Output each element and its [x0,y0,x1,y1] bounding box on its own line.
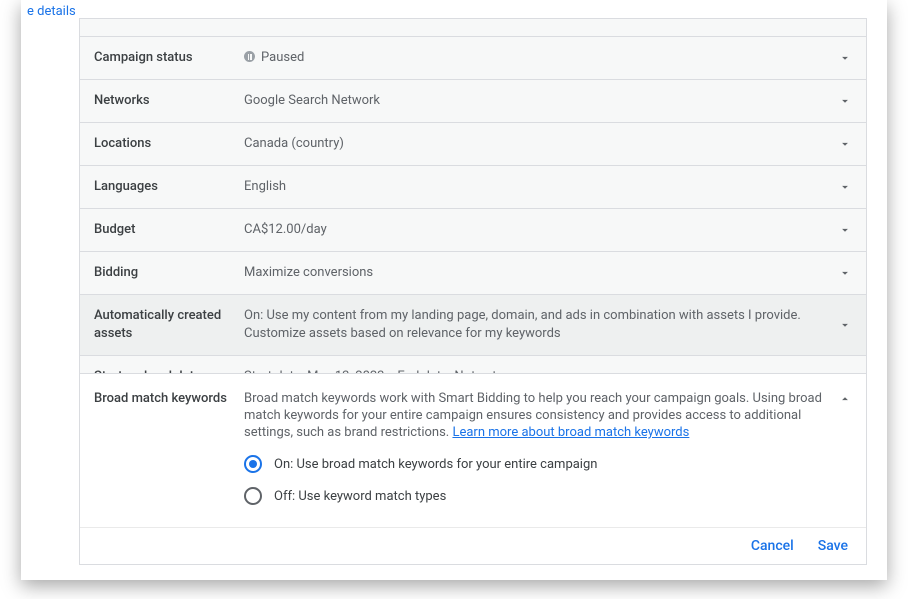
partial-row [79,18,867,36]
row-languages[interactable]: Languages English [80,166,866,209]
row-locations[interactable]: Locations Canada (country) [80,123,866,166]
chevron-down-icon [836,92,854,110]
card-footer: Cancel Save [80,527,866,564]
broad-option-on[interactable]: On: Use broad match keywords for your en… [244,455,822,473]
row-value: Maximize conversions [244,264,852,282]
row-networks[interactable]: Networks Google Search Network [80,80,866,123]
learn-more-link[interactable]: Learn more about broad match keywords [452,425,689,440]
row-campaign-status[interactable]: Campaign status Paused [80,37,866,80]
chevron-down-icon [836,178,854,196]
settings-panel: Campaign status Paused Networks Google S… [79,36,867,399]
option-on-text: On: Use broad match keywords for your en… [274,457,597,472]
row-bidding[interactable]: Bidding Maximize conversions [80,252,866,295]
row-label: Locations [94,135,244,153]
broad-option-off[interactable]: Off: Use keyword match types [244,487,822,505]
row-value: CA$12.00/day [244,221,852,239]
chevron-up-icon[interactable] [836,390,854,408]
save-button[interactable]: Save [818,538,848,554]
radio-on-icon [244,455,262,473]
broad-match-description: Broad match keywords work with Smart Bid… [244,390,822,441]
pause-icon [244,51,255,62]
row-label: Automatically created assets [94,307,244,343]
row-auto-assets[interactable]: Automatically created assets On: Use my … [80,295,866,356]
details-link-fragment[interactable]: e details [27,4,76,19]
row-budget[interactable]: Budget CA$12.00/day [80,209,866,252]
cancel-button[interactable]: Cancel [751,538,794,554]
status-text: Paused [261,50,304,65]
row-label: Bidding [94,264,244,282]
broad-match-label: Broad match keywords [94,390,244,519]
chevron-down-icon [836,316,854,334]
row-value: Paused [244,49,852,67]
chevron-down-icon [836,49,854,67]
row-label: Budget [94,221,244,239]
row-value: On: Use my content from my landing page,… [244,307,852,343]
radio-off-icon [244,487,262,505]
row-label: Languages [94,178,244,196]
chevron-down-icon [836,135,854,153]
row-label: Networks [94,92,244,110]
broad-match-card: Broad match keywords Broad match keyword… [79,373,867,565]
row-value: English [244,178,852,196]
row-value: Google Search Network [244,92,852,110]
chevron-down-icon [836,221,854,239]
option-off-text: Off: Use keyword match types [274,489,446,504]
chevron-down-icon [836,264,854,282]
row-label: Campaign status [94,49,244,67]
row-value: Canada (country) [244,135,852,153]
